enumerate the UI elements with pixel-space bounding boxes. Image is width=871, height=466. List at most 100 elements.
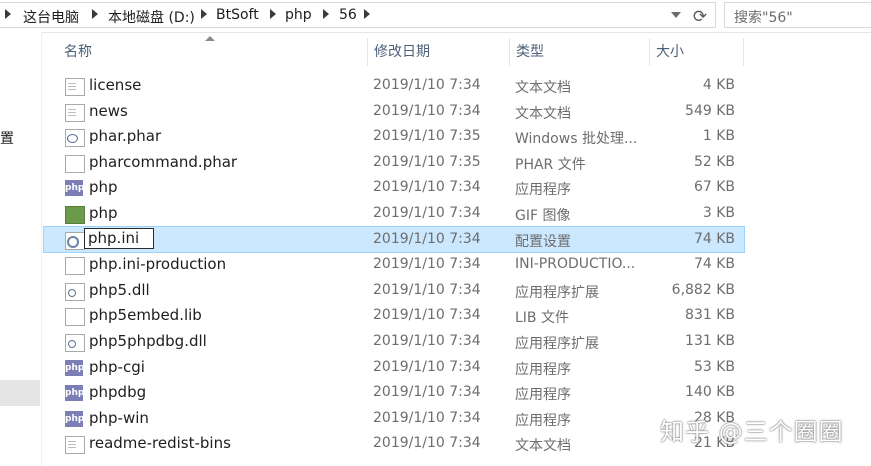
file-size: 131 KB: [685, 332, 735, 349]
config-file-icon: [65, 231, 85, 250]
file-date: 2019/1/10 7:34: [373, 409, 481, 426]
file-date: 2019/1/10 7:34: [373, 332, 481, 349]
file-type: INI-PRODUCTIO...: [515, 256, 636, 273]
breadcrumb-56[interactable]: 56: [339, 7, 357, 23]
file-date: 2019/1/10 7:34: [373, 384, 481, 401]
nav-item-selected[interactable]: [0, 380, 40, 406]
file-type: 文本文档: [515, 105, 571, 122]
file-list: license 2019/1/10 7:34 文本文档 4 KB news 2019/1/…: [43, 73, 745, 457]
file-name: license: [89, 76, 142, 94]
file-size: 140 KB: [685, 384, 735, 401]
file-type: LIB 文件: [515, 310, 569, 327]
file-date: 2019/1/10 7:34: [373, 358, 481, 375]
file-name: pharcommand.phar: [89, 152, 238, 171]
blank-file-icon: [65, 154, 85, 173]
file-size: 4 KB: [702, 77, 735, 93]
file-size: 53 KB: [693, 358, 735, 375]
file-date: 2019/1/10 7:34: [373, 256, 481, 273]
address-bar: 这台电脑 本地磁盘 (D:) BtSoft php 56 ⟳ 搜索"56": [0, 0, 871, 33]
file-size: 831 KB: [685, 307, 735, 324]
file-name: php-cgi: [89, 357, 145, 376]
file-date: 2019/1/10 7:34: [373, 179, 481, 196]
file-name: php-win: [89, 408, 149, 427]
table-row[interactable]: news 2019/1/10 7:34 文本文档 549 KB: [44, 99, 744, 125]
file-date: 2019/1/10 7:34: [373, 307, 481, 324]
table-row[interactable]: php php 2019/1/10 7:34 应用程序 67 KB: [44, 175, 744, 201]
file-name: php: [89, 203, 118, 222]
file-size: 6,882 KB: [671, 281, 735, 298]
file-date: 2019/1/10 7:34: [373, 230, 481, 247]
file-size: 74 KB: [693, 230, 735, 247]
file-type: 文本文档: [515, 80, 571, 96]
file-type: 配置设置: [515, 233, 571, 250]
table-row[interactable]: php5.dll 2019/1/10 7:34 应用程序扩展 6,882 KB: [44, 278, 744, 304]
chevron-down-icon[interactable]: [671, 12, 681, 18]
breadcrumb-local-disk[interactable]: 本地磁盘 (D:): [108, 7, 195, 27]
breadcrumb-php[interactable]: php: [285, 7, 312, 23]
text-file-icon: [65, 78, 85, 96]
file-size: 74 KB: [693, 256, 735, 273]
column-date[interactable]: 修改日期: [368, 38, 510, 66]
table-row[interactable]: pharcommand.phar 2019/1/10 7:35 PHAR 文件 52 …: [44, 150, 744, 176]
search-input[interactable]: 搜索"56": [724, 2, 871, 28]
file-date: 2019/1/10 7:34: [373, 281, 481, 298]
file-type: GIF 图像: [515, 207, 571, 224]
chevron-right-icon[interactable]: [323, 9, 329, 19]
file-name: news: [89, 101, 128, 120]
table-row[interactable]: php.ini 2019/1/10 7:34 配置设置 74 KB: [43, 225, 745, 254]
table-row[interactable]: php php-win 2019/1/10 7:34 应用程序 28 KB: [44, 406, 744, 432]
php-icon: php: [65, 385, 84, 402]
table-row[interactable]: php5embed.lib 2019/1/10 7:34 LIB 文件 831 KB: [44, 303, 744, 329]
file-type: 应用程序: [515, 412, 571, 429]
table-row[interactable]: php5phpdbg.dll 2019/1/10 7:34 应用程序扩展 131 KB: [44, 329, 744, 355]
file-date: 2019/1/10 7:34: [373, 435, 481, 452]
file-size: 52 KB: [693, 153, 735, 170]
breadcrumb-this-pc[interactable]: 这台电脑: [23, 7, 79, 27]
nav-item-partial[interactable]: 置: [0, 128, 14, 148]
file-date: 2019/1/10 7:34: [373, 77, 481, 93]
php-icon: php: [65, 410, 84, 427]
column-header: 名称 修改日期 类型 大小: [44, 36, 744, 66]
batch-file-icon: [65, 129, 85, 148]
table-row[interactable]: php php-cgi 2019/1/10 7:34 应用程序 53 KB: [44, 355, 744, 381]
table-row[interactable]: php 2019/1/10 7:34 GIF 图像 3 KB: [44, 201, 744, 227]
file-name: readme-redist-bins: [89, 434, 231, 453]
column-name[interactable]: 名称: [58, 38, 368, 66]
file-type: PHAR 文件: [515, 156, 586, 173]
text-file-icon: [65, 436, 85, 455]
file-date: 2019/1/10 7:34: [373, 102, 481, 119]
php-icon: php: [65, 359, 84, 376]
table-row[interactable]: php phpdbg 2019/1/10 7:34 应用程序 140 KB: [44, 380, 744, 406]
chevron-right-icon[interactable]: [5, 9, 11, 19]
navigation-pane[interactable]: 置: [0, 32, 42, 466]
sort-arrow-icon: [205, 36, 215, 41]
php-icon: php: [65, 180, 84, 197]
column-size[interactable]: 大小: [650, 38, 744, 66]
table-row[interactable]: phar.phar 2019/1/10 7:35 Windows 批处理... 1 K…: [44, 124, 744, 150]
table-row[interactable]: license 2019/1/10 7:34 文本文档 4 KB: [44, 73, 744, 99]
table-row[interactable]: php.ini-production 2019/1/10 7:34 INI-PROD…: [44, 252, 744, 278]
file-date: 2019/1/10 7:34: [373, 204, 481, 221]
gif-image-icon: [65, 205, 85, 224]
file-type: 应用程序扩展: [515, 335, 599, 352]
breadcrumb-btsoft[interactable]: BtSoft: [216, 7, 259, 23]
file-size: 549 KB: [685, 102, 735, 119]
chevron-right-icon[interactable]: [201, 9, 207, 19]
chevron-right-icon[interactable]: [364, 9, 370, 19]
table-row[interactable]: readme-redist-bins 2019/1/10 7:34 文本文档 21 K…: [44, 431, 744, 457]
chevron-right-icon[interactable]: [92, 9, 98, 19]
file-type: 应用程序: [515, 387, 571, 404]
breadcrumb[interactable]: 这台电脑 本地磁盘 (D:) BtSoft php 56 ⟳: [0, 2, 716, 28]
blank-file-icon: [65, 308, 85, 327]
chevron-right-icon[interactable]: [270, 9, 276, 19]
file-size: 1 KB: [702, 128, 735, 145]
refresh-icon[interactable]: ⟳: [690, 7, 710, 27]
watermark: 知乎 @三个圈圈: [660, 418, 844, 446]
dll-file-icon: [65, 333, 85, 352]
file-type: 应用程序: [515, 182, 571, 199]
file-name: php5phpdbg.dll: [89, 331, 207, 350]
blank-file-icon: [65, 257, 85, 276]
rename-input[interactable]: php.ini: [84, 227, 154, 249]
column-type[interactable]: 类型: [510, 38, 650, 66]
file-size: 67 KB: [693, 179, 735, 196]
